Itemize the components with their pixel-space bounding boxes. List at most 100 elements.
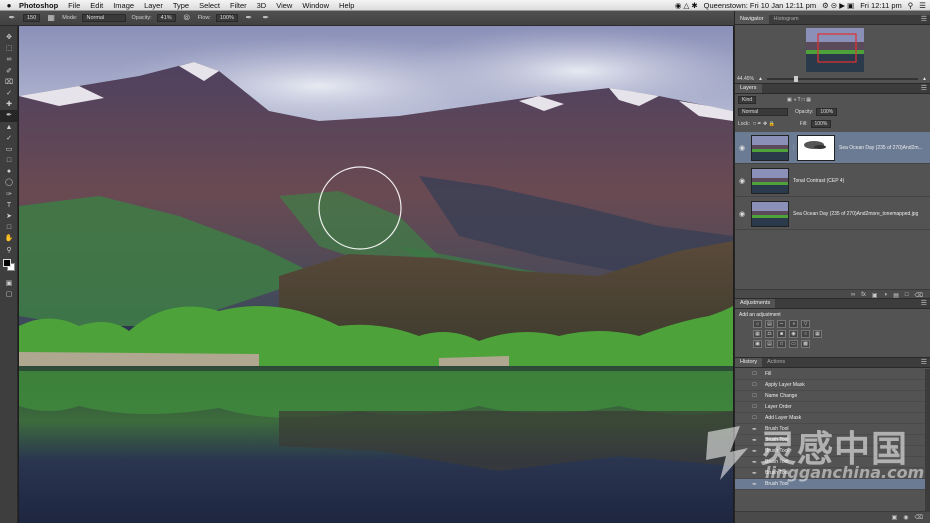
crop-tool[interactable]: ⌧ — [0, 77, 18, 88]
channel-mixer-icon[interactable]: ○ — [801, 330, 810, 338]
new-document-from-state-icon[interactable]: ▣ — [892, 514, 898, 521]
kind-filter[interactable]: Kind — [738, 96, 757, 104]
history-scrollbar[interactable] — [925, 369, 930, 514]
status-icons-2[interactable]: ⚙ ⊝ ▶ ▣ — [822, 1, 854, 10]
pressure-opacity-icon[interactable]: ⦾ — [181, 13, 193, 23]
history-item[interactable]: ✒ Brush Tool — [735, 468, 930, 480]
brush-tool[interactable]: ✒ — [0, 110, 18, 122]
path-select-tool[interactable]: ➤ — [0, 211, 18, 222]
hand-tool[interactable]: ✋ — [0, 233, 18, 244]
gradient-tool[interactable]: □ — [0, 155, 18, 166]
history-menu-icon[interactable]: ☰ — [921, 359, 930, 367]
adjustments-menu-icon[interactable]: ☰ — [921, 300, 930, 308]
hue-sat-icon[interactable]: ▦ — [753, 330, 762, 338]
menu-select[interactable]: Select — [194, 1, 225, 10]
panel-menu-icon[interactable]: ☰ — [921, 16, 930, 24]
tab-actions[interactable]: Actions — [762, 358, 790, 367]
layer-row[interactable]: ◉ Tonal Contrast (CEP 4) — [735, 165, 930, 197]
history-item[interactable]: □ Fill — [735, 369, 930, 381]
history-item-selected[interactable]: ✒ Brush Tool — [735, 479, 930, 491]
gradient-map-icon[interactable]: ▭ — [789, 340, 798, 348]
blend-mode-select[interactable]: Normal — [738, 108, 788, 116]
move-tool[interactable]: ✥ — [0, 32, 18, 43]
navigator-thumbnail[interactable] — [806, 28, 864, 72]
posterize-icon[interactable]: ▤ — [765, 340, 774, 348]
black-white-icon[interactable]: ■ — [777, 330, 786, 338]
shape-tool[interactable]: □ — [0, 222, 18, 233]
tab-navigator[interactable]: Navigator — [735, 15, 769, 24]
stamp-tool[interactable]: ▲ — [0, 122, 18, 133]
marquee-tool[interactable]: ⬚ — [0, 43, 18, 54]
layers-menu-icon[interactable]: ☰ — [921, 85, 930, 93]
lasso-tool[interactable]: ∞ — [0, 54, 18, 65]
brush-size-picker[interactable]: 150 — [23, 14, 41, 22]
dodge-tool[interactable]: ◯ — [0, 177, 18, 188]
history-item[interactable]: □ Name Change — [735, 391, 930, 403]
pressure-size-icon[interactable]: ✒ — [260, 13, 272, 23]
layer-name[interactable]: Tonal Contrast (CEP 4) — [793, 178, 844, 184]
zoom-level[interactable]: 44.45% — [737, 76, 754, 82]
delete-state-icon[interactable]: ⌫ — [915, 514, 923, 521]
history-item[interactable]: □ Add Layer Mask — [735, 413, 930, 425]
visibility-eye-icon[interactable]: ◉ — [735, 210, 749, 218]
history-item[interactable]: ✒ Brush Tool — [735, 446, 930, 458]
layer-name[interactable]: Sea Ocean Day (235 of 270)And2m... — [839, 145, 923, 151]
color-balance-icon[interactable]: ⚖ — [765, 330, 774, 338]
menu-window[interactable]: Window — [297, 1, 334, 10]
vibrance-icon[interactable]: ▽ — [801, 320, 810, 328]
exposure-icon[interactable]: ◑ — [789, 320, 798, 328]
status-icons[interactable]: ◉ △ ✱ — [675, 1, 698, 10]
photo-filter-icon[interactable]: ◉ — [789, 330, 798, 338]
menu-app[interactable]: Photoshop — [14, 1, 63, 10]
quick-select-tool[interactable]: ✐ — [0, 66, 18, 77]
apple-icon[interactable]: ● — [4, 1, 14, 10]
layer-opacity-field[interactable]: 100% — [816, 108, 838, 116]
clock[interactable]: Fri 12:11 pm — [860, 1, 902, 10]
list-icon[interactable]: ☰ — [919, 1, 926, 10]
tab-history[interactable]: History — [735, 358, 763, 367]
pen-tool[interactable]: ✑ — [0, 189, 18, 200]
menu-help[interactable]: Help — [334, 1, 359, 10]
history-item[interactable]: ✒ Brush Tool — [735, 457, 930, 469]
healing-tool[interactable]: ✚ — [0, 99, 18, 110]
tab-adjustments[interactable]: Adjustments — [735, 299, 776, 308]
invert-icon[interactable]: ▣ — [753, 340, 762, 348]
zoom-out-icon[interactable]: ▲ — [758, 76, 763, 82]
world-clock[interactable]: Queenstown: Fri 10 Jan 12:11 pm — [704, 1, 816, 10]
mode-select[interactable]: Normal — [82, 14, 127, 22]
layer-thumbnail[interactable] — [751, 200, 789, 227]
zoom-tool[interactable]: ⚲ — [0, 245, 18, 256]
brush-preset-icon[interactable]: ✒ — [6, 13, 18, 23]
layer-row[interactable]: ◉ Sea Ocean Day (235 of 270)And2more_ton… — [735, 198, 930, 230]
threshold-icon[interactable]: □ — [777, 340, 786, 348]
airbrush-icon[interactable]: ✒ — [243, 13, 255, 23]
document-canvas[interactable] — [19, 26, 733, 523]
menu-view[interactable]: View — [271, 1, 297, 10]
levels-icon[interactable]: ▤ — [765, 320, 774, 328]
history-brush-tool[interactable]: ✓ — [0, 133, 18, 144]
zoom-slider[interactable] — [766, 76, 919, 82]
type-tool[interactable]: T — [0, 200, 18, 211]
menu-3d[interactable]: 3D — [252, 1, 272, 10]
brightness-icon[interactable]: ☼ — [753, 320, 762, 328]
visibility-eye-icon[interactable]: ◉ — [735, 144, 749, 152]
layer-mask-thumbnail[interactable] — [797, 134, 835, 161]
layer-thumbnail[interactable] — [751, 134, 789, 161]
tab-histogram[interactable]: Histogram — [769, 15, 804, 24]
layer-row[interactable]: ◉ ⋮ Sea Ocean Day (235 of 270)And2m... — [735, 132, 930, 164]
blur-tool[interactable]: ● — [0, 166, 18, 177]
history-item[interactable]: ✒ Brush Tool — [735, 435, 930, 447]
selective-color-icon[interactable]: ▩ — [801, 340, 810, 348]
menu-file[interactable]: File — [63, 1, 85, 10]
layer-name[interactable]: Sea Ocean Day (235 of 270)And2more_tonem… — [793, 211, 918, 217]
zoom-in-icon[interactable]: ▲ — [922, 76, 927, 82]
filter-icons[interactable]: ▣ ◑ T □ ▦ — [787, 97, 811, 103]
color-lookup-icon[interactable]: ▦ — [813, 330, 822, 338]
lock-icons[interactable]: □ ✒ ✥ 🔒 — [753, 121, 775, 127]
history-item[interactable]: □ Apply Layer Mask — [735, 380, 930, 392]
layer-thumbnail[interactable] — [751, 167, 789, 194]
menu-type[interactable]: Type — [168, 1, 194, 10]
screen-mode-icon[interactable]: ▢ — [0, 289, 18, 300]
eraser-tool[interactable]: ▭ — [0, 144, 18, 155]
search-icon[interactable]: ⚲ — [908, 1, 914, 10]
